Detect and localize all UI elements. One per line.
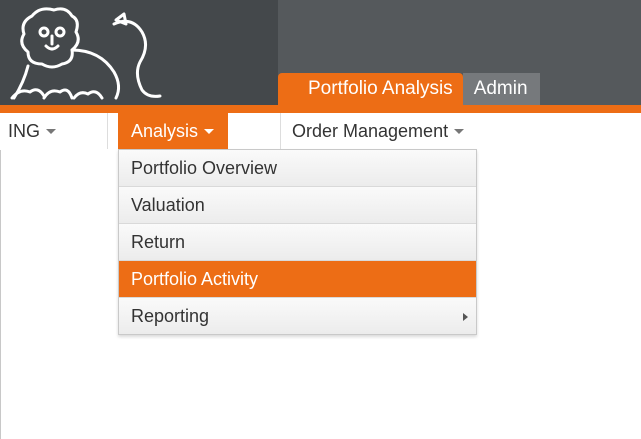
top-tab-bar: Portfolio Analysis Admin: [278, 73, 540, 105]
tab-admin[interactable]: Admin: [462, 73, 540, 105]
tab-portfolio-analysis[interactable]: Portfolio Analysis: [278, 73, 463, 105]
dropdown-item-return[interactable]: Return: [119, 224, 476, 261]
app-header: Portfolio Analysis Admin: [0, 0, 641, 105]
analysis-dropdown-menu: Portfolio Overview Valuation Return Port…: [118, 149, 477, 335]
menu-item-label: Analysis: [131, 121, 199, 141]
menu-item-analysis[interactable]: Analysis: [118, 113, 229, 149]
dropdown-item-portfolio-activity[interactable]: Portfolio Activity: [119, 261, 476, 298]
main-menu: ING Analysis Order Management: [0, 113, 641, 149]
dropdown-item-label: Reporting: [131, 306, 210, 326]
content-left-border: [0, 150, 1, 439]
caret-down-icon: [454, 129, 465, 134]
logo-area[interactable]: [0, 0, 278, 105]
menu-item-order-management[interactable]: Order Management: [292, 113, 472, 149]
dropdown-item-reporting[interactable]: Reporting: [119, 298, 476, 334]
menu-item-label: ING: [8, 121, 41, 141]
ing-lion-logo-icon: [10, 7, 162, 100]
menu-divider: [107, 113, 108, 149]
chevron-right-icon: [463, 313, 468, 321]
menu-divider: [280, 113, 281, 149]
header-accent-strip: [0, 105, 641, 113]
dropdown-item-valuation[interactable]: Valuation: [119, 187, 476, 224]
menu-item-label: Order Management: [292, 121, 449, 141]
menu-item-ing[interactable]: ING: [8, 113, 64, 149]
dropdown-item-portfolio-overview[interactable]: Portfolio Overview: [119, 150, 476, 187]
caret-down-icon: [204, 129, 215, 134]
caret-down-icon: [46, 129, 57, 134]
